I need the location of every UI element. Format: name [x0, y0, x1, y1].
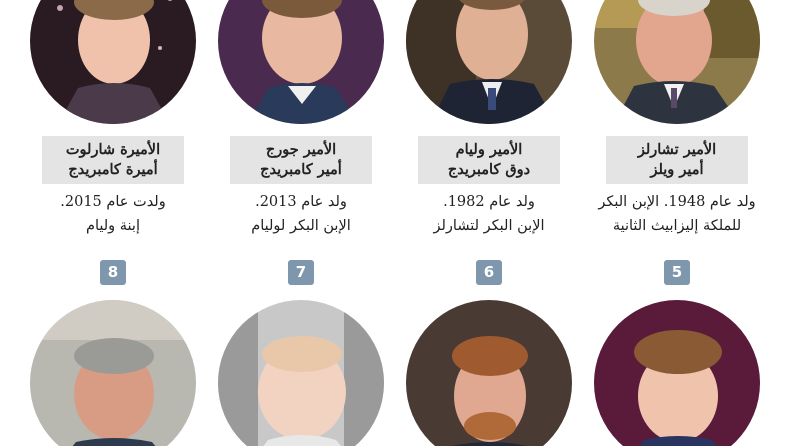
desc-line-2: للملكة إليزابيث الثانية: [612, 218, 742, 234]
name-line-1: الأمير وليام: [455, 141, 523, 158]
name-box: الأمير وليام دوق كامبريدج: [418, 136, 560, 184]
portrait-harry: [406, 300, 572, 446]
name-line-2: أمير كامبريدج: [260, 161, 342, 178]
rank-badge: 5: [664, 260, 690, 285]
portrait-william: [406, 0, 572, 124]
desc-line-1: ولد عام 2013.: [255, 194, 347, 210]
portrait-louis: [594, 300, 760, 446]
portrait-charlotte: [30, 0, 196, 124]
name-line-2: أميرة كامبريدج: [68, 161, 158, 178]
name-line-1: الأمير جورج: [265, 141, 337, 158]
name-line-1: الأمير تشارلز: [637, 141, 717, 158]
name-box: الأميرة شارلوت أميرة كامبريدج: [42, 136, 184, 184]
portrait-andrew: [30, 300, 196, 446]
name-box: الأمير تشارلز أمير ويلز: [606, 136, 748, 184]
name-box: الأمير جورج أمير كامبريدج: [230, 136, 372, 184]
portrait-archie: [218, 300, 384, 446]
desc-line-2: الإبن البكر لتشارلز: [433, 218, 545, 234]
rank-badge: 6: [476, 260, 502, 285]
desc-line-2: إبنة وليام: [85, 218, 140, 234]
portrait-george: [218, 0, 384, 124]
desc-line-2: الإبن البكر لوليام: [251, 218, 351, 234]
description: ولدت عام 2015. إبنة وليام: [20, 190, 206, 238]
desc-line-1: ولد عام 1982.: [443, 194, 535, 210]
description: ولد عام 1982. الإبن البكر لتشارلز: [396, 190, 582, 238]
description: ولد عام 2013. الإبن البكر لوليام: [208, 190, 394, 238]
name-line-2: دوق كامبريدج: [447, 161, 531, 178]
succession-grid: الأمير تشارلز أمير ويلز ولد عام 1948. ال…: [0, 0, 792, 446]
desc-line-1: ولدت عام 2015.: [60, 194, 166, 210]
description: ولد عام 1948. الإبن البكر للملكة إليزابي…: [584, 190, 770, 238]
name-line-2: أمير ويلز: [650, 161, 704, 178]
rank-badge: 7: [288, 260, 314, 285]
desc-line-1: ولد عام 1948. الإبن البكر: [598, 194, 756, 210]
name-line-1: الأميرة شارلوت: [65, 141, 161, 158]
portrait-charles: [594, 0, 760, 124]
rank-badge: 8: [100, 260, 126, 285]
